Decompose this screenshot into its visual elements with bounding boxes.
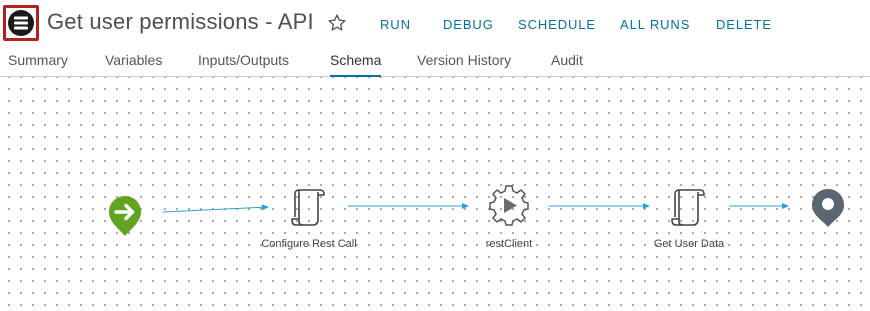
delete-button[interactable]: DELETE (716, 17, 772, 32)
tab-schema[interactable]: Schema (330, 52, 382, 78)
schedule-button[interactable]: SCHEDULE (518, 17, 596, 32)
configure-rest-call-node[interactable] (290, 187, 328, 232)
page-title: Get user permissions - API (47, 9, 314, 34)
tab-bar: Summary Variables Inputs/Outputs Schema … (0, 48, 870, 78)
favorite-star-icon[interactable] (327, 13, 347, 38)
configure-rest-call-label: Configure Rest Call (261, 238, 357, 250)
end-node[interactable] (810, 188, 846, 233)
schema-canvas[interactable]: Configure Rest Call restClient Get User … (0, 77, 870, 311)
app-logo (3, 5, 39, 41)
header: Get user permissions - API RUN DEBUG SCH… (0, 0, 870, 48)
tab-variables[interactable]: Variables (105, 52, 162, 75)
tab-summary[interactable]: Summary (8, 52, 68, 75)
tab-audit[interactable]: Audit (551, 52, 583, 75)
restclient-label: restClient (485, 238, 533, 250)
tab-version-history[interactable]: Version History (417, 52, 511, 75)
connectors (162, 203, 789, 213)
start-node[interactable] (107, 195, 143, 242)
get-user-data-label: Get User Data (653, 238, 725, 250)
start-arrow-icon (109, 196, 141, 236)
get-user-data-node[interactable] (670, 187, 708, 232)
restclient-node[interactable] (488, 185, 530, 232)
debug-button[interactable]: DEBUG (443, 17, 494, 32)
connector-start-to-configure (162, 204, 269, 213)
tab-inputs-outputs[interactable]: Inputs/Outputs (198, 52, 289, 75)
script-scroll-icon (291, 189, 325, 226)
all-runs-button[interactable]: ALL RUNS (620, 17, 690, 32)
run-button[interactable]: RUN (380, 17, 411, 32)
script-scroll-icon (671, 189, 705, 226)
gear-play-icon (489, 185, 529, 226)
end-pin-icon (812, 189, 844, 227)
